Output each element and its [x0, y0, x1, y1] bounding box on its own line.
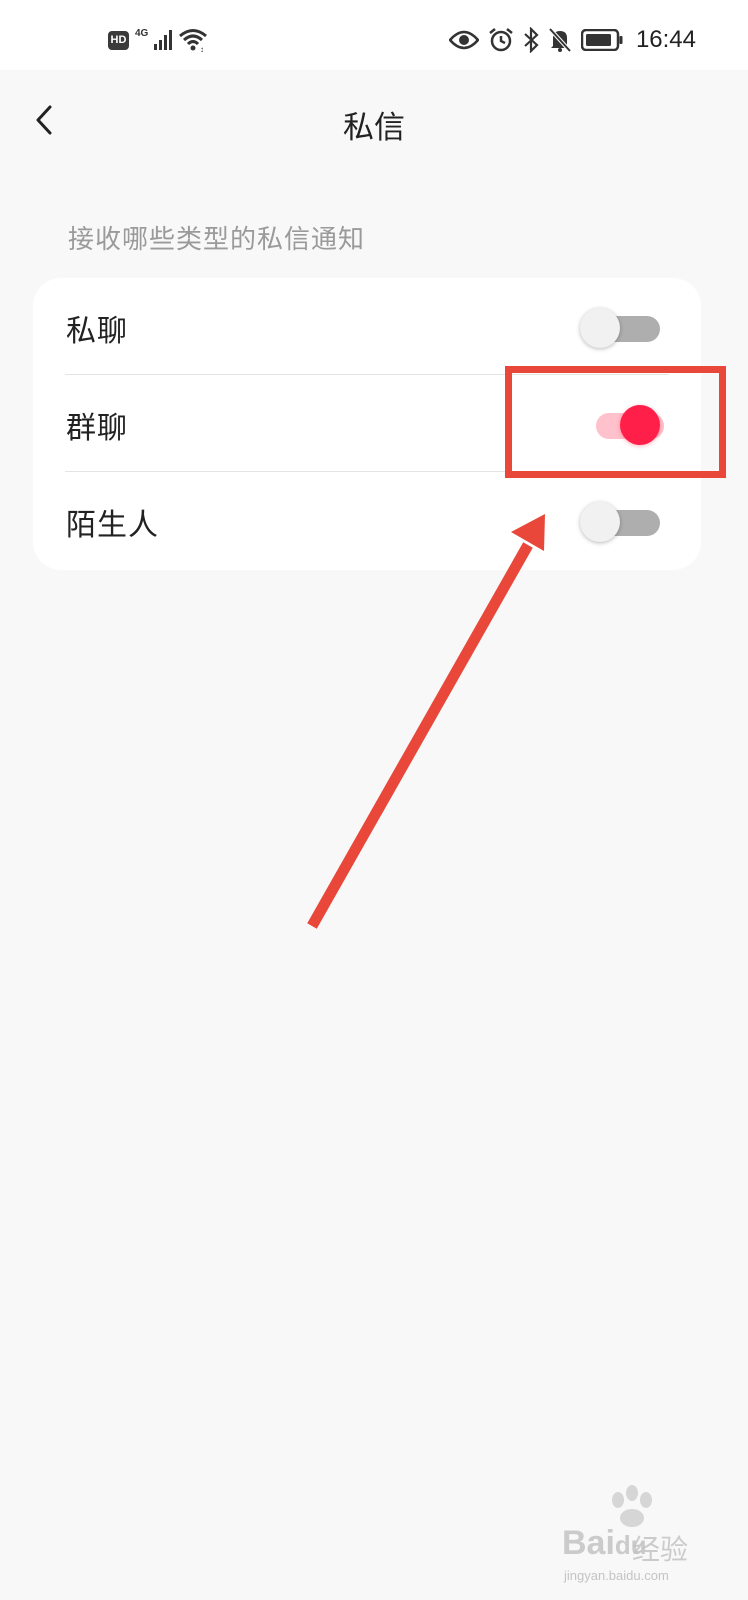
wifi-icon: ↕: [179, 29, 208, 52]
section-label: 接收哪些类型的私信通知: [68, 225, 366, 255]
setting-label: 陌生人: [66, 508, 159, 543]
annotation-highlight-box: [505, 366, 726, 478]
eye-icon: [448, 30, 479, 50]
alarm-icon: [489, 28, 513, 52]
watermark-url: jingyan.baidu.com: [564, 1568, 669, 1583]
switch-knob: [580, 308, 620, 348]
setting-row-private-chat[interactable]: 私聊: [33, 278, 701, 375]
hd-icon: HD: [108, 30, 129, 50]
toggle-switch[interactable]: [580, 308, 664, 348]
switch-knob: [580, 502, 620, 542]
setting-label: 私聊: [66, 314, 128, 349]
setting-row-strangers[interactable]: 陌生人: [33, 472, 701, 569]
network-type-label: 4G: [135, 27, 149, 39]
svg-text:↕: ↕: [200, 45, 204, 52]
status-left: HD 4G ↕: [108, 28, 208, 52]
battery-icon: [580, 29, 623, 51]
status-right: 16:44: [448, 26, 696, 54]
clock: 16:44: [635, 26, 696, 53]
watermark-suffix: 经验: [632, 1533, 689, 1566]
watermark: Baidu 经验 jingyan.baidu.com: [562, 1484, 742, 1584]
nav-bar: 私信: [0, 70, 748, 170]
page-title: 私信: [343, 110, 405, 146]
signal-icon: [154, 30, 173, 50]
setting-label: 群聊: [66, 411, 128, 446]
bluetooth-icon: [524, 27, 539, 53]
paw-icon: [612, 1485, 652, 1527]
mute-icon: [548, 27, 572, 53]
toggle-switch[interactable]: [580, 502, 664, 542]
status-bar: HD 4G ↕ 16:44: [0, 0, 748, 70]
